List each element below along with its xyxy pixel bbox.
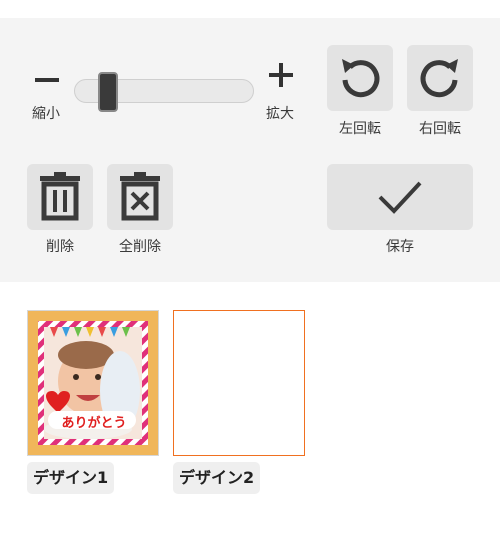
zoom-slider-thumb[interactable]	[98, 72, 118, 112]
zoom-in-label: 拡大	[266, 106, 294, 122]
save-button[interactable]	[327, 164, 473, 230]
plus-icon	[269, 63, 293, 87]
rotate-right-icon	[420, 59, 458, 98]
save-label: 保存	[386, 239, 414, 255]
delete-all-label: 全削除	[119, 239, 161, 255]
trash-x-icon	[120, 172, 160, 221]
design-label-2[interactable]: デザイン2	[173, 462, 261, 494]
design-caption: ありがとう	[61, 416, 127, 431]
rotate-right-label: 右回転	[419, 121, 461, 137]
rotate-left-icon	[342, 59, 380, 98]
design-preview-image	[38, 321, 148, 445]
design-thumbnail-1[interactable]: ありがとう	[27, 310, 159, 456]
design-thumbnail-2[interactable]	[173, 310, 305, 456]
rotate-left-label: 左回転	[339, 121, 381, 137]
design-label-1[interactable]: デザイン1	[27, 462, 115, 494]
rotate-right-button[interactable]	[407, 45, 473, 111]
zoom-out-label: 縮小	[32, 106, 60, 122]
delete-all-button[interactable]	[107, 164, 173, 230]
delete-button[interactable]	[27, 164, 93, 230]
zoom-in-button[interactable]	[266, 60, 296, 90]
delete-label: 削除	[46, 239, 74, 255]
trash-icon	[40, 172, 80, 221]
rotate-left-button[interactable]	[327, 45, 393, 111]
zoom-out-button[interactable]	[32, 66, 62, 96]
minus-icon	[35, 78, 59, 82]
checkmark-icon	[378, 181, 422, 214]
